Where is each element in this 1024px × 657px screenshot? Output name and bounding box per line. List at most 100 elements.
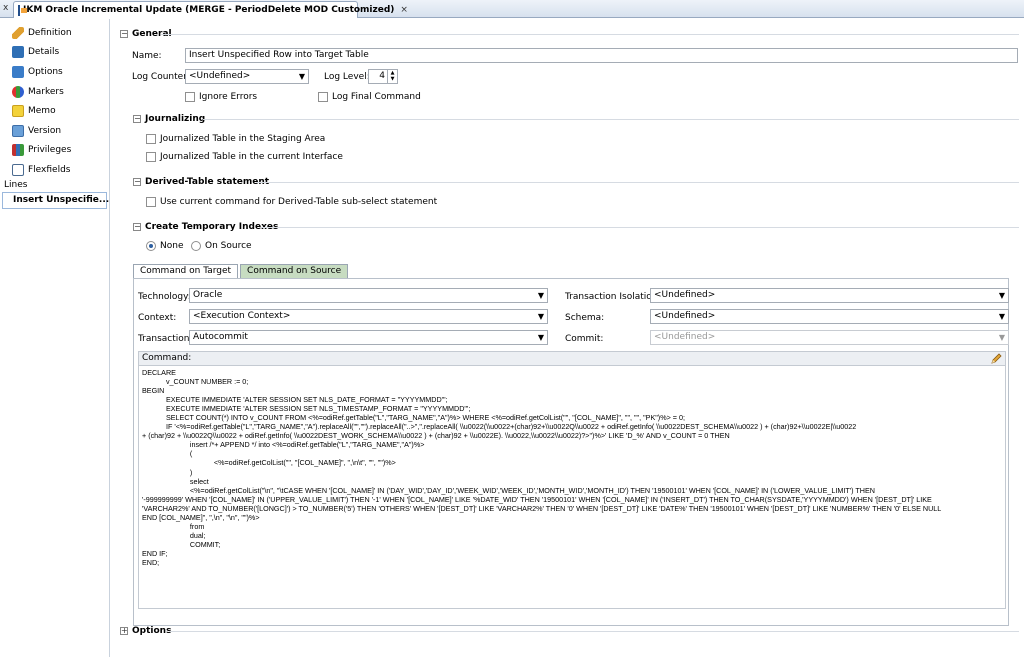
log-final-command-checkbox[interactable]: Log Final Command [318, 92, 421, 102]
pencil-icon [12, 26, 24, 39]
transaction-isolation-label: Transaction Isolation: [565, 292, 661, 302]
radio-button[interactable] [146, 241, 156, 251]
technology-select[interactable]: Oracle ▼ [189, 288, 548, 303]
derived-table-section-header[interactable]: − Derived-Table statement [133, 177, 269, 187]
editor-tab-title: IKM Oracle Incremental Update (MERGE - P… [23, 5, 395, 15]
log-level-label: Log Level: [324, 72, 370, 82]
technology-label: Technology: [138, 292, 191, 302]
section-title: Create Temporary Indexes [145, 222, 279, 232]
transaction-value: Autocommit [193, 332, 248, 342]
checkbox-box[interactable] [185, 92, 195, 102]
sidebar-item-privileges[interactable]: Privileges [0, 141, 109, 161]
ignore-errors-checkbox[interactable]: Ignore Errors [185, 92, 257, 102]
chevron-down-icon: ▼ [537, 291, 544, 300]
commit-select: <Undefined> ▼ [650, 330, 1009, 345]
memo-icon [12, 105, 24, 118]
checkbox-label: Journalized Table in the Staging Area [160, 134, 326, 144]
sidebar-item-label: Details [28, 47, 60, 58]
sidebar-item-flexfields[interactable]: Flexfields [0, 160, 109, 180]
schema-select[interactable]: <Undefined> ▼ [650, 309, 1009, 324]
radio-none[interactable]: None [146, 241, 183, 251]
checkbox-box[interactable] [318, 92, 328, 102]
close-all-icon[interactable]: x [3, 3, 8, 13]
sidebar-item-label: Flexfields [28, 164, 71, 175]
sidebar-item-options[interactable]: Options [0, 62, 109, 82]
radio-on-source[interactable]: On Source [191, 241, 252, 251]
checkbox-box[interactable] [146, 134, 156, 144]
editor-tab-bar: x IKM Oracle Incremental Update (MERGE -… [0, 0, 1024, 18]
sidebar-item-definition[interactable]: Definition [0, 23, 109, 43]
lines-section-label: Lines [4, 179, 28, 190]
options-section-header[interactable]: + Options [120, 626, 171, 636]
section-title: Journalizing [145, 114, 206, 124]
name-field[interactable]: Insert Unspecified Row into Target Table [185, 48, 1018, 63]
commit-value: <Undefined> [654, 332, 716, 342]
tab-command-on-source[interactable]: Command on Source [240, 264, 349, 278]
log-counter-label: Log Counter: [132, 72, 190, 82]
sidebar-item-label: Memo [28, 106, 56, 117]
divider [169, 631, 1019, 632]
version-icon [12, 124, 24, 137]
sidebar-item-label: Markers [28, 86, 64, 97]
schema-label: Schema: [565, 313, 605, 323]
command-label: Command: [142, 353, 192, 363]
sidebar-item-label: Privileges [28, 145, 72, 156]
temp-indexes-section-header[interactable]: − Create Temporary Indexes [133, 222, 278, 232]
radio-label: None [160, 241, 184, 251]
chevron-down-icon: ▼ [998, 312, 1005, 321]
section-title: Derived-Table statement [145, 177, 270, 187]
commit-label: Commit: [565, 334, 604, 344]
chevron-down-icon: ▼ [537, 312, 544, 321]
transaction-select[interactable]: Autocommit ▼ [189, 330, 548, 345]
section-title: Options [132, 626, 172, 636]
journalized-staging-checkbox[interactable]: Journalized Table in the Staging Area [146, 134, 325, 144]
schema-value: <Undefined> [654, 311, 716, 321]
log-level-value: 4 [379, 71, 385, 81]
radio-button[interactable] [191, 241, 201, 251]
transaction-isolation-select[interactable]: <Undefined> ▼ [650, 288, 1009, 303]
sidebar-item-version[interactable]: Version [0, 121, 109, 141]
spinner-arrows-icon[interactable]: ▲ ▼ [387, 70, 397, 83]
divider [203, 119, 1019, 120]
tab-command-on-target[interactable]: Command on Target [133, 264, 239, 278]
command-header: Command: [138, 351, 1006, 366]
journalizing-section-header[interactable]: − Journalizing [133, 114, 205, 124]
chevron-down-icon: ▼ [998, 291, 1005, 300]
editor-tab[interactable]: IKM Oracle Incremental Update (MERGE - P… [13, 1, 408, 18]
checkbox-box[interactable] [146, 152, 156, 162]
log-counter-select[interactable]: <Undefined> ▼ [185, 69, 309, 84]
context-value: <Execution Context> [193, 311, 291, 321]
journalized-interface-checkbox[interactable]: Journalized Table in the current Interfa… [146, 152, 343, 162]
flexfields-icon [12, 163, 24, 176]
transaction-label: Transaction: [138, 334, 193, 344]
details-icon [12, 46, 24, 59]
options-icon [12, 65, 24, 78]
chevron-down-icon: ▼ [998, 333, 1005, 342]
collapse-icon[interactable]: − [133, 115, 141, 123]
sidebar-item-details[interactable]: Details [0, 43, 109, 63]
collapse-icon[interactable]: − [133, 223, 141, 231]
close-icon[interactable]: × [400, 5, 408, 15]
edit-pencil-icon[interactable] [990, 353, 1002, 365]
sidebar-item-selected-line[interactable]: Insert Unspecifie... [2, 191, 109, 209]
chevron-down-icon: ▼ [298, 72, 305, 81]
collapse-icon[interactable]: − [120, 30, 128, 38]
log-level-spinner[interactable]: 4 ▲ ▼ [368, 69, 398, 84]
command-text-area[interactable]: DECLARE v_COUNT NUMBER := 0; BEGIN EXECU… [138, 366, 1006, 609]
checkbox-label: Journalized Table in the current Interfa… [160, 152, 343, 162]
sidebar-item-markers[interactable]: Markers [0, 82, 109, 102]
derived-table-checkbox[interactable]: Use current command for Derived-Table su… [146, 197, 437, 207]
sidebar-item-memo[interactable]: Memo [0, 101, 109, 121]
markers-icon [12, 85, 24, 98]
radio-label: On Source [205, 241, 252, 251]
divider [161, 34, 1019, 35]
context-select[interactable]: <Execution Context> ▼ [189, 309, 548, 324]
transaction-isolation-value: <Undefined> [654, 290, 716, 300]
divider [261, 227, 1019, 228]
checkbox-box[interactable] [146, 197, 156, 207]
expand-icon[interactable]: + [120, 627, 128, 635]
main-panel: − General Name: Insert Unspecified Row i… [111, 19, 1024, 657]
collapse-icon[interactable]: − [133, 178, 141, 186]
divider [256, 182, 1019, 183]
log-counter-value: <Undefined> [189, 71, 251, 81]
